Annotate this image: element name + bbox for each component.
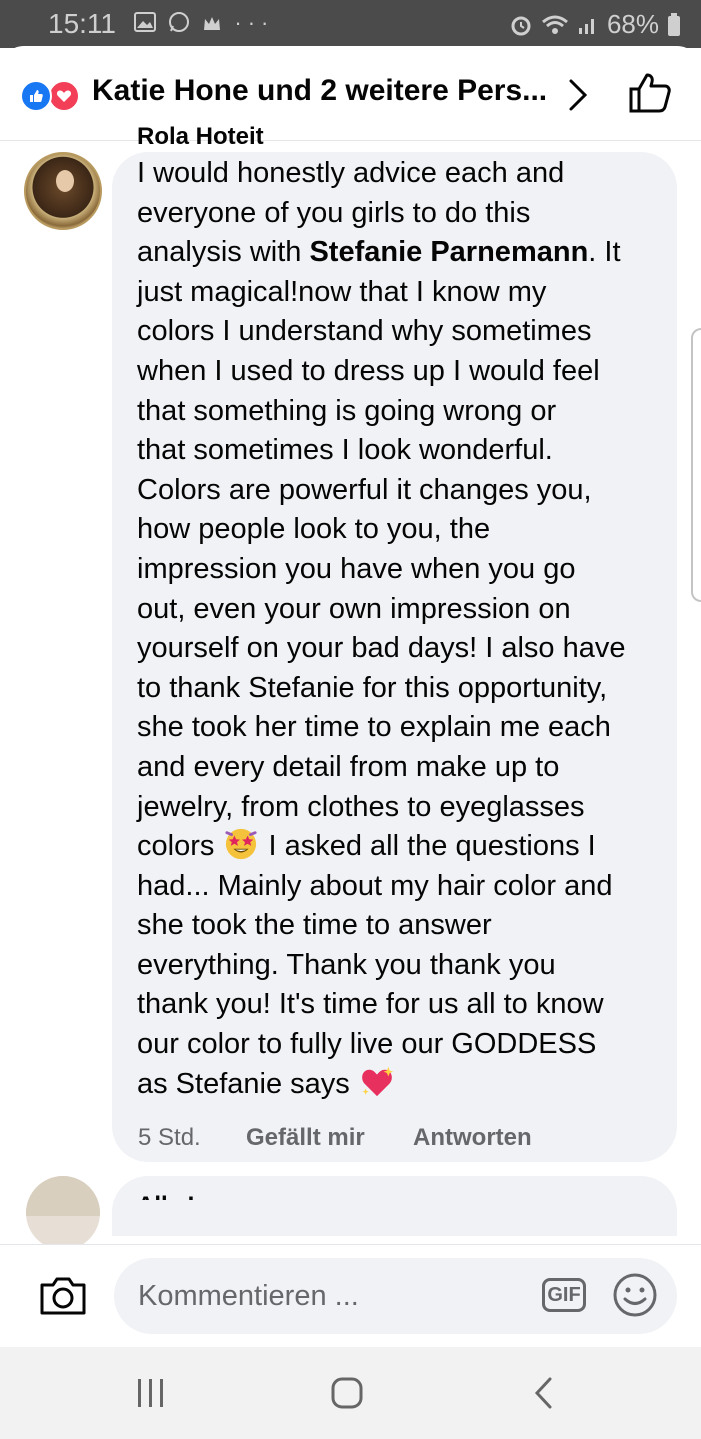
- gallery-icon: [134, 12, 156, 32]
- more-icon: ···: [234, 10, 275, 35]
- status-bar: 15:11 ··· 68%: [0, 0, 701, 48]
- avatar-hair: [26, 1176, 100, 1216]
- home-icon[interactable]: [330, 1377, 364, 1409]
- comment-line: out, even your own impression on: [137, 592, 571, 625]
- comment-text-fragment: . It: [588, 236, 621, 269]
- comment-line: Colors are powerful it changes you,: [137, 473, 592, 506]
- star-struck-emoji-icon: [225, 828, 258, 860]
- chevron-right-icon[interactable]: [566, 78, 590, 112]
- comment-text-fragment: analysis with: [137, 236, 310, 269]
- reactions-header[interactable]: Katie Hone und 2 weitere Pers...: [0, 46, 701, 141]
- comment-line: as Stefanie says: [137, 1065, 667, 1105]
- comment-line: that sometimes I look wonderful.: [137, 434, 553, 467]
- alarm-icon: [511, 16, 531, 35]
- avatar[interactable]: [24, 152, 102, 230]
- battery-icon: [668, 12, 680, 36]
- comment-line: everything. Thank you thank you: [137, 948, 556, 981]
- mention-link[interactable]: Stefanie Parnemann: [309, 236, 588, 268]
- emoji-icon[interactable]: [612, 1272, 658, 1318]
- comment-text-fragment: as Stefanie says: [137, 1067, 358, 1100]
- signal-icon: [578, 18, 594, 34]
- battery-percent: 68%: [606, 9, 659, 39]
- whatsapp-icon: [169, 12, 190, 32]
- love-reaction-icon: [48, 80, 80, 112]
- comment-line: that something is going wrong or: [137, 394, 557, 427]
- comment-line: had... Mainly about my hair color and: [137, 869, 613, 902]
- comment-line: jewelry, from clothes to eyeglasses: [137, 790, 585, 823]
- comment-text-fragment: colors: [137, 830, 223, 863]
- comment-line: our color to fully live our GODDESS: [137, 1028, 597, 1061]
- like-reaction-icon: [20, 80, 52, 112]
- comment-line: everyone of you girls to do this: [137, 196, 531, 229]
- status-time: 15:11: [48, 8, 116, 39]
- comment-line: analysis with Stefanie Parnemann. It: [137, 233, 667, 273]
- comment-line: just magical!now that I know my: [137, 275, 547, 308]
- wifi-icon: [541, 15, 568, 34]
- comment-timestamp: 5 Std.: [138, 1124, 201, 1151]
- comment-line: to thank Stefanie for this opportunity,: [137, 671, 608, 704]
- like-comment-button[interactable]: Gefällt mir: [246, 1124, 365, 1152]
- comment-line: she took her time to explain me each: [137, 711, 611, 744]
- comment-line: when I used to dress up I would feel: [137, 354, 600, 387]
- comment-composer: Kommentieren ... GIF: [0, 1244, 701, 1348]
- status-right-icons: 68%: [509, 9, 681, 40]
- like-button-icon[interactable]: [628, 72, 672, 114]
- comment-line: how people look to you, the: [137, 513, 491, 546]
- next-comment-bubble[interactable]: [112, 1176, 677, 1236]
- comment-line: thank you! It's time for us all to know: [137, 988, 604, 1021]
- comment-line: colors I asked all the questions I: [137, 827, 667, 867]
- reactors-text[interactable]: Katie Hone und 2 weitere Pers...: [92, 74, 547, 108]
- comment-line: she took the time to answer: [137, 909, 492, 942]
- comment-text-fragment: I asked all the questions I: [260, 830, 596, 863]
- comment-line: yourself on your bad days! I also have: [137, 632, 626, 665]
- avatar-face: [56, 170, 74, 192]
- status-left-icons: ···: [134, 10, 274, 36]
- comment-line: I would honestly advice each and: [137, 157, 565, 189]
- scroll-indicator: [691, 328, 701, 602]
- comment-author[interactable]: Rola Hoteit: [137, 123, 264, 151]
- next-comment-author[interactable]: Alla I: [137, 1192, 194, 1200]
- reply-button[interactable]: Antworten: [413, 1124, 532, 1152]
- comment-input[interactable]: Kommentieren ... GIF: [114, 1258, 677, 1334]
- next-comment-avatar[interactable]: [26, 1176, 100, 1250]
- comment-input-placeholder: Kommentieren ...: [138, 1280, 359, 1312]
- comment-line: and every detail from make up to: [137, 750, 560, 783]
- android-nav-bar: [0, 1347, 701, 1439]
- recents-icon[interactable]: [136, 1377, 166, 1409]
- comment-line: impression you have when you go: [137, 552, 576, 585]
- crown-icon: [204, 17, 221, 30]
- camera-icon[interactable]: [38, 1275, 88, 1317]
- comment-text: I would honestly advice each and everyon…: [137, 154, 667, 1104]
- sparkling-heart-emoji-icon: [361, 1066, 393, 1096]
- back-icon[interactable]: [532, 1377, 556, 1409]
- gif-button[interactable]: GIF: [542, 1278, 586, 1312]
- comment-line: colors I understand why sometimes: [137, 315, 592, 348]
